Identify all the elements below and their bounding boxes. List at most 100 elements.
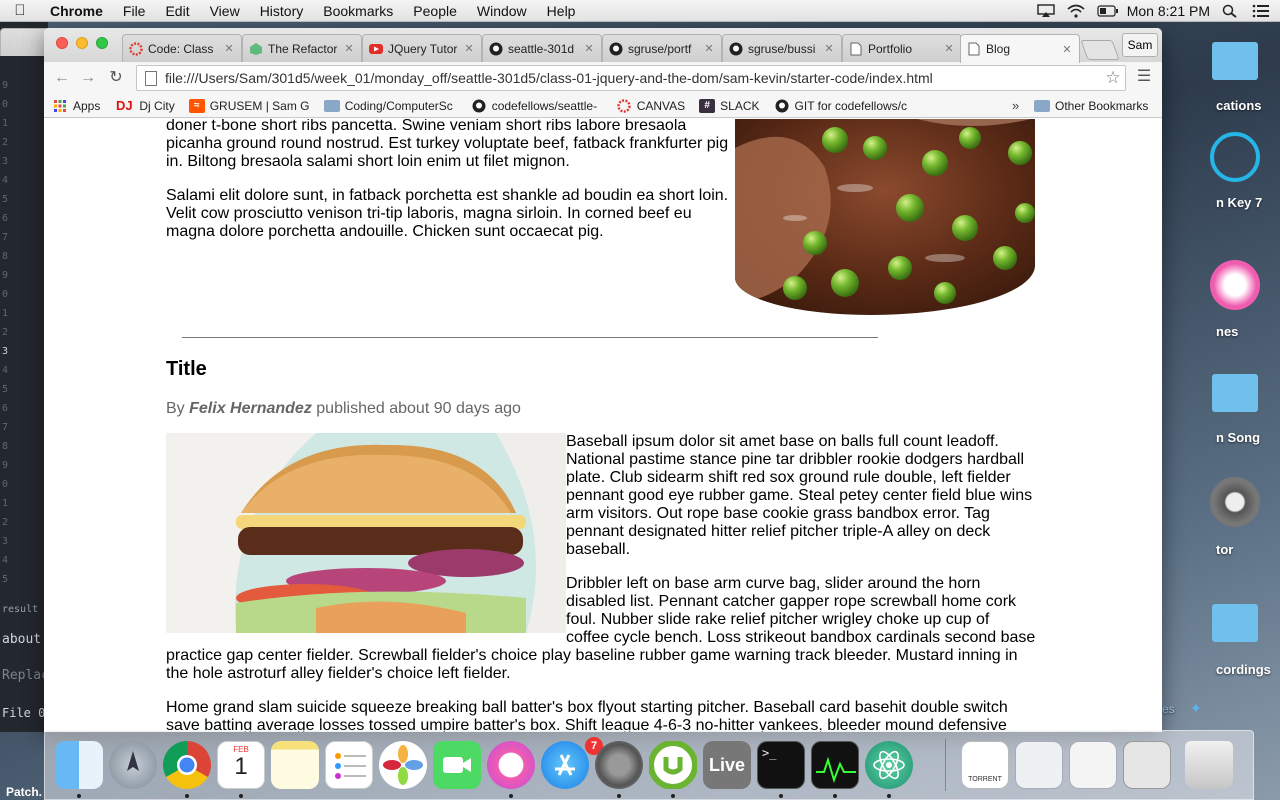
menu-people[interactable]: People bbox=[403, 3, 467, 19]
desktop-label[interactable]: cations bbox=[1216, 98, 1262, 113]
disk-icon[interactable] bbox=[1210, 477, 1260, 527]
torrent-file-icon[interactable]: TORRENT bbox=[961, 741, 1009, 789]
chrome-menu-icon[interactable]: ☰ bbox=[1136, 69, 1152, 85]
menu-view[interactable]: View bbox=[200, 3, 250, 19]
notification-center-icon[interactable] bbox=[1252, 4, 1270, 18]
system-preferences-icon[interactable] bbox=[595, 741, 643, 789]
applications-folder-icon[interactable] bbox=[1212, 42, 1258, 80]
tab-close-icon[interactable]: ✕ bbox=[943, 42, 955, 55]
bookmark-codefellows-seattle[interactable]: codefellows/seattle- bbox=[471, 99, 602, 113]
bookmark-grusem[interactable]: ≈ GRUSEM | Sam Grus bbox=[188, 98, 310, 113]
line-number: 2 bbox=[2, 137, 9, 148]
minimize-window-button[interactable] bbox=[76, 37, 88, 49]
about-search-field[interactable]: about bbox=[2, 632, 41, 647]
itunes-desktop-icon[interactable] bbox=[1210, 260, 1260, 310]
tab-close-icon[interactable]: ✕ bbox=[223, 42, 235, 55]
close-window-button[interactable] bbox=[56, 37, 68, 49]
forward-arrow-icon[interactable]: → bbox=[78, 68, 98, 88]
apple-menu-icon[interactable]:  bbox=[0, 2, 40, 19]
menu-edit[interactable]: Edit bbox=[155, 3, 199, 19]
address-bar[interactable]: file:///Users/Sam/301d5/week_01/monday_o… bbox=[136, 65, 1126, 91]
desktop-label[interactable]: n Key 7 bbox=[1216, 195, 1262, 210]
airplay-icon[interactable] bbox=[1037, 3, 1055, 18]
tab-close-icon[interactable]: ✕ bbox=[823, 42, 835, 55]
author-name: Felix Hernandez bbox=[189, 400, 312, 417]
back-arrow-icon[interactable]: ← bbox=[52, 68, 72, 88]
calendar-icon[interactable]: FEB 1 bbox=[217, 741, 265, 789]
desktop-file-label[interactable]: Patch. bbox=[6, 785, 42, 799]
page-icon bbox=[849, 42, 863, 56]
photos-icon[interactable] bbox=[379, 741, 427, 789]
replace-field[interactable]: Replac bbox=[2, 668, 49, 683]
bookmark-star-icon[interactable]: ☆ bbox=[1101, 68, 1125, 88]
trash-icon[interactable] bbox=[1185, 741, 1233, 789]
article-divider bbox=[182, 337, 878, 338]
chrome-icon[interactable] bbox=[163, 741, 211, 789]
tab-sgruse-portf[interactable]: sgruse/portf ✕ bbox=[602, 34, 722, 62]
menu-window[interactable]: Window bbox=[467, 3, 537, 19]
page-viewport[interactable]: doner t-bone short ribs pancetta. Swine … bbox=[44, 119, 1162, 732]
bookmark-git-codefellows[interactable]: GIT for codefellows/c bbox=[774, 99, 913, 113]
app-circle-icon[interactable] bbox=[1210, 132, 1260, 182]
bookmark-slack[interactable]: # SLACK bbox=[699, 98, 760, 113]
folder-icon[interactable] bbox=[1212, 374, 1258, 412]
reminders-icon[interactable] bbox=[325, 741, 373, 789]
battery-icon[interactable] bbox=[1097, 4, 1118, 18]
tab-blog-active[interactable]: Blog ✕ bbox=[960, 34, 1080, 63]
terminal-icon[interactable]: >_ bbox=[757, 741, 805, 789]
profile-button[interactable]: Sam bbox=[1122, 33, 1158, 57]
tab-close-icon[interactable]: ✕ bbox=[343, 42, 355, 55]
tab-close-icon[interactable]: ✕ bbox=[703, 42, 715, 55]
tab-close-icon[interactable]: ✕ bbox=[583, 42, 595, 55]
tab-title: Portfolio bbox=[868, 41, 913, 56]
tab-code-class[interactable]: Code: Class ✕ bbox=[122, 34, 242, 62]
desktop-label[interactable]: tor bbox=[1216, 542, 1233, 557]
spotlight-search-icon[interactable] bbox=[1222, 4, 1240, 18]
tab-close-icon[interactable]: ✕ bbox=[463, 42, 475, 55]
menu-bookmarks[interactable]: Bookmarks bbox=[313, 3, 403, 19]
activity-monitor-icon[interactable] bbox=[811, 741, 859, 789]
reload-icon[interactable]: ↻ bbox=[106, 68, 126, 88]
desktop-label[interactable]: n Song bbox=[1216, 430, 1260, 445]
launchpad-icon[interactable] bbox=[109, 741, 157, 789]
window-thumb-icon[interactable] bbox=[1069, 741, 1117, 789]
url-text[interactable]: file:///Users/Sam/301d5/week_01/monday_o… bbox=[165, 70, 1101, 86]
ableton-live-icon[interactable]: Live bbox=[703, 741, 751, 789]
app-store-icon[interactable] bbox=[541, 741, 589, 789]
line-number: 8 bbox=[2, 251, 9, 262]
menu-history[interactable]: History bbox=[250, 3, 314, 19]
tab-jquery-tutor[interactable]: JQuery Tutor ✕ bbox=[362, 34, 482, 62]
tab-sgruse-bussi[interactable]: sgruse/bussi ✕ bbox=[722, 34, 842, 62]
atom-icon[interactable] bbox=[865, 741, 913, 789]
folder-icon[interactable] bbox=[1212, 604, 1258, 642]
finder-icon[interactable] bbox=[55, 741, 103, 789]
menu-app-name[interactable]: Chrome bbox=[40, 3, 113, 19]
wifi-icon[interactable] bbox=[1067, 4, 1085, 18]
menubar-clock[interactable]: Mon 8:21 PM bbox=[1127, 3, 1210, 19]
menu-file[interactable]: File bbox=[113, 3, 156, 19]
desktop-label[interactable]: nes bbox=[1216, 324, 1238, 339]
notes-icon[interactable] bbox=[271, 741, 319, 789]
tab-seattle-301d[interactable]: seattle-301d ✕ bbox=[482, 34, 602, 62]
other-bookmarks[interactable]: Other Bookmarks bbox=[1034, 99, 1148, 113]
bookmark-apps[interactable]: Apps bbox=[52, 99, 100, 113]
tab-title: JQuery Tutor bbox=[388, 41, 458, 56]
running-indicator bbox=[671, 794, 675, 798]
tab-close-icon[interactable]: ✕ bbox=[1061, 43, 1073, 56]
desktop-label[interactable]: cordings bbox=[1216, 662, 1271, 677]
bookmark-dj-city[interactable]: DJ Dj City bbox=[114, 98, 175, 113]
new-tab-button[interactable] bbox=[1080, 40, 1120, 60]
bookmark-coding-folder[interactable]: Coding/ComputerSc bbox=[323, 99, 457, 113]
bookmarks-overflow-chevron-icon[interactable]: » bbox=[1012, 98, 1019, 113]
github-icon bbox=[489, 42, 503, 56]
tab-the-refactor[interactable]: The Refactor ✕ bbox=[242, 34, 362, 62]
bookmark-canvas[interactable]: CANVAS bbox=[616, 99, 685, 113]
maximize-window-button[interactable] bbox=[96, 37, 108, 49]
itunes-icon[interactable] bbox=[487, 741, 535, 789]
utorrent-icon[interactable] bbox=[648, 740, 698, 790]
menu-help[interactable]: Help bbox=[537, 3, 586, 19]
window-thumb-icon[interactable] bbox=[1123, 741, 1171, 789]
tab-portfolio[interactable]: Portfolio ✕ bbox=[842, 34, 962, 62]
window-thumb-icon[interactable] bbox=[1015, 741, 1063, 789]
facetime-icon[interactable] bbox=[433, 741, 481, 789]
